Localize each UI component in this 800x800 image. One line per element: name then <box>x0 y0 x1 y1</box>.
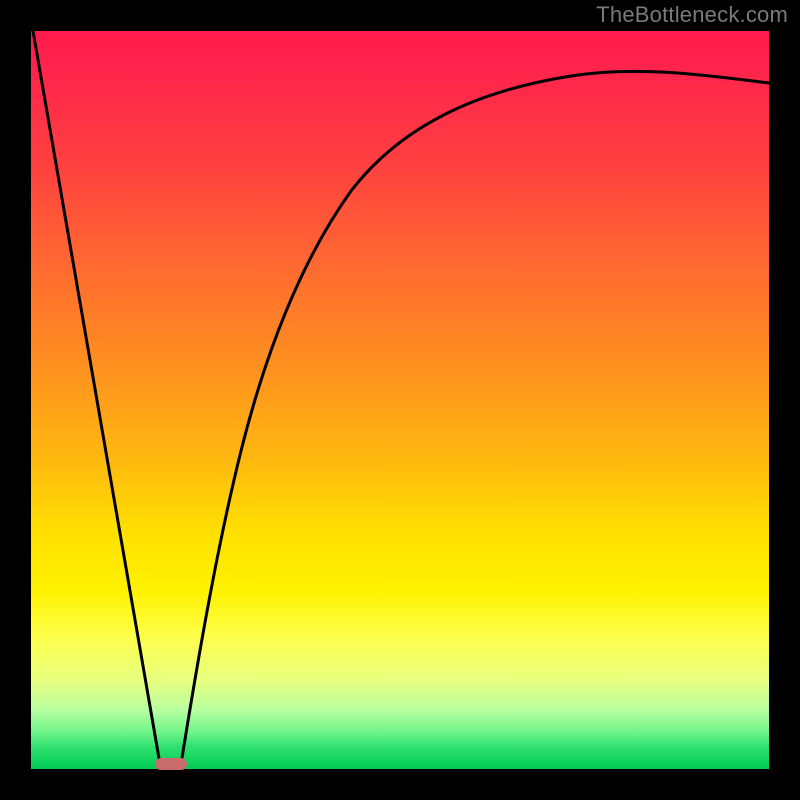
curve-left-branch <box>33 31 160 764</box>
watermark-text: TheBottleneck.com <box>596 2 788 28</box>
curve-right-branch <box>181 71 769 764</box>
chart-frame: TheBottleneck.com <box>0 0 800 800</box>
bottleneck-curve <box>31 31 769 769</box>
optimal-point-marker <box>155 758 187 770</box>
plot-area <box>31 31 769 769</box>
